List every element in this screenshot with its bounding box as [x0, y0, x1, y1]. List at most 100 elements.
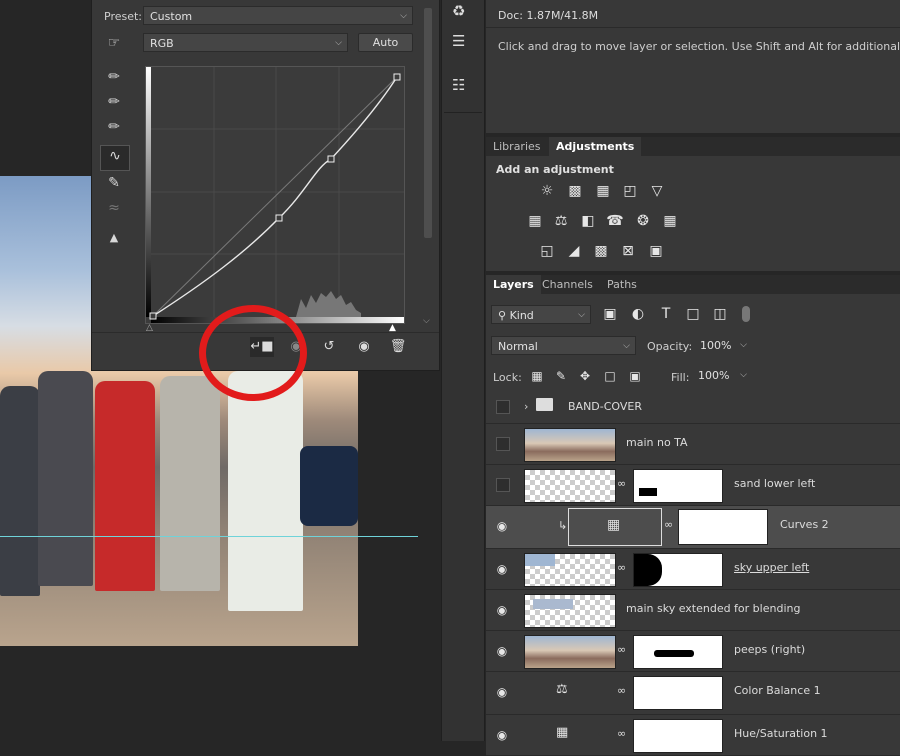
clipping-arrow-icon: ↳: [558, 519, 568, 532]
layer-name[interactable]: Curves 2: [780, 518, 829, 531]
layer-row-main-sky-extended[interactable]: ◉ main sky extended for blending: [486, 590, 900, 631]
layer-name[interactable]: Color Balance 1: [734, 684, 821, 697]
scroll-down-icon[interactable]: ⌵: [423, 316, 430, 326]
filter-kind-select[interactable]: ⚲ Kind ⌵: [491, 305, 591, 324]
black-point-eyedropper-icon[interactable]: ✏: [102, 67, 126, 87]
layer-name[interactable]: main no TA: [626, 436, 688, 449]
preset-label: Preset:: [104, 10, 143, 23]
tab-channels[interactable]: Channels: [535, 275, 600, 294]
lock-all-icon[interactable]: ▣: [624, 366, 646, 386]
eye-icon[interactable]: ◉: [493, 518, 511, 534]
channel-select[interactable]: RGB ⌵: [143, 33, 348, 52]
tab-libraries[interactable]: Libraries: [486, 137, 548, 156]
pencil-icon[interactable]: ✎: [102, 173, 126, 193]
layer-thumbnail: [524, 594, 616, 628]
opacity-field[interactable]: 100% ⌵: [694, 336, 752, 355]
channel-value: RGB: [150, 37, 174, 50]
layer-mask-thumbnail: [633, 553, 723, 587]
layer-row-main-no-ta[interactable]: main no TA: [486, 424, 900, 465]
preset-select[interactable]: Custom ⌵: [143, 6, 413, 25]
filter-toggle[interactable]: [742, 306, 750, 322]
link-chain-icon[interactable]: ∞: [617, 727, 626, 740]
curves-graph[interactable]: [145, 66, 405, 324]
lock-transparent-icon[interactable]: ▦: [526, 366, 548, 386]
layer-row-color-balance-1[interactable]: ◉ ⚖ ∞ Color Balance 1: [486, 672, 900, 715]
curves-icon[interactable]: ▦: [592, 181, 614, 201]
layer-name[interactable]: peeps (right): [734, 643, 805, 656]
properties-scrollbar[interactable]: ⌵: [422, 8, 434, 328]
posterize-icon[interactable]: ◢: [563, 241, 585, 261]
visibility-toggle[interactable]: [496, 437, 510, 451]
trash-icon[interactable]: 🗑: [386, 337, 410, 357]
layer-name[interactable]: sand lower left: [734, 477, 815, 490]
channel-mixer-icon[interactable]: ❂: [632, 211, 654, 231]
layer-row-curves-2[interactable]: ◉ ↳ ▦ ∞ Curves 2: [486, 506, 900, 549]
exposure-icon[interactable]: ◰: [619, 181, 641, 201]
smooth-curve-icon[interactable]: ≈: [102, 198, 126, 218]
adjustment-thumbnail: ▦: [568, 508, 662, 546]
link-chain-icon[interactable]: ∞: [664, 518, 673, 531]
eye-icon[interactable]: ◉: [493, 643, 511, 659]
tab-paths[interactable]: Paths: [600, 275, 644, 294]
gray-point-eyedropper-icon[interactable]: ✏: [102, 92, 126, 112]
link-chain-icon[interactable]: ∞: [617, 477, 626, 490]
selective-color-icon[interactable]: ⊠: [617, 241, 639, 261]
curve-points-tool-icon[interactable]: ∿: [100, 145, 130, 171]
filter-adjustment-icon[interactable]: ◐: [627, 304, 649, 324]
properties-sliders-icon[interactable]: ☰: [452, 32, 465, 50]
layer-name[interactable]: main sky extended for blending: [626, 602, 800, 615]
clone-source-icon[interactable]: ☷: [452, 76, 465, 94]
fill-field[interactable]: 100% ⌵: [692, 366, 752, 385]
eye-icon[interactable]: ◉: [493, 602, 511, 618]
fill-label: Fill:: [671, 371, 690, 384]
lock-artboard-icon[interactable]: □: [599, 366, 621, 386]
chevron-down-icon: ⌵: [623, 341, 630, 351]
layer-name[interactable]: Hue/Saturation 1: [734, 727, 828, 740]
chevron-down-icon: ⌵: [578, 310, 585, 320]
visibility-eye-icon[interactable]: ◉: [352, 337, 376, 357]
filter-type-icon[interactable]: T: [655, 304, 677, 324]
clipping-warning-icon[interactable]: ▲: [102, 228, 126, 248]
layer-name[interactable]: BAND-COVER: [568, 400, 642, 413]
layer-row-sky-upper-left[interactable]: ◉ ∞ sky upper left: [486, 549, 900, 590]
on-image-adjust-hand-icon[interactable]: ☞: [102, 33, 126, 53]
link-chain-icon[interactable]: ∞: [617, 643, 626, 656]
lock-position-icon[interactable]: ✥: [574, 366, 596, 386]
visibility-toggle[interactable]: [496, 400, 510, 414]
lock-image-icon[interactable]: ✎: [550, 366, 572, 386]
auto-button[interactable]: Auto: [358, 33, 413, 52]
blend-mode-select[interactable]: Normal ⌵: [491, 336, 636, 355]
black-white-icon[interactable]: ◧: [577, 211, 599, 231]
photo-filter-icon[interactable]: ☎: [604, 211, 626, 231]
gradient-triangle-icon[interactable]: ▽: [646, 181, 668, 201]
reset-icon[interactable]: ↺: [317, 337, 341, 357]
gradient-map-icon[interactable]: ▣: [645, 241, 667, 261]
invert-icon[interactable]: ◱: [536, 241, 558, 261]
color-balance-icon[interactable]: ⚖: [550, 211, 572, 231]
color-lookup-icon[interactable]: ▦: [659, 211, 681, 231]
layer-row-sand-lower-left[interactable]: ∞ sand lower left: [486, 465, 900, 506]
brightness-contrast-icon[interactable]: ☼: [536, 181, 558, 201]
layer-row-hue-saturation-1[interactable]: ◉ ▦ ∞ Hue/Saturation 1: [486, 715, 900, 756]
eye-icon[interactable]: ◉: [493, 684, 511, 700]
visibility-toggle[interactable]: [496, 478, 510, 492]
chevron-right-icon[interactable]: ›: [524, 400, 528, 413]
filter-smart-object-icon[interactable]: ◫: [709, 304, 731, 324]
layer-row-peeps-right[interactable]: ◉ ∞ peeps (right): [486, 631, 900, 672]
eye-icon[interactable]: ◉: [493, 561, 511, 577]
brush-presets-icon[interactable]: ♻: [452, 2, 465, 20]
link-chain-icon[interactable]: ∞: [617, 561, 626, 574]
filter-shape-icon[interactable]: □: [682, 304, 704, 324]
link-chain-icon[interactable]: ∞: [617, 684, 626, 697]
scrollbar-thumb[interactable]: [424, 8, 432, 238]
filter-pixel-icon[interactable]: ▣: [599, 304, 621, 324]
white-point-eyedropper-icon[interactable]: ✏: [102, 117, 126, 137]
vibrance-icon[interactable]: ▦: [524, 211, 546, 231]
threshold-icon[interactable]: ▩: [590, 241, 612, 261]
levels-icon[interactable]: ▩: [564, 181, 586, 201]
tab-layers[interactable]: Layers: [486, 275, 541, 294]
layer-row-band-cover[interactable]: › BAND-COVER: [486, 391, 900, 424]
doc-size: Doc: 1.87M/41.8M: [498, 9, 599, 22]
layer-name[interactable]: sky upper left: [734, 561, 809, 574]
tab-adjustments[interactable]: Adjustments: [549, 137, 642, 156]
